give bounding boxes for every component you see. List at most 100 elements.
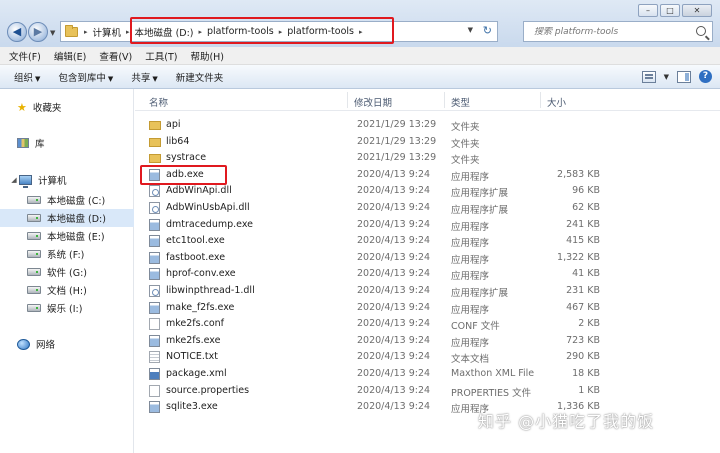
file-name: systrace [166,152,207,164]
column-divider[interactable] [540,92,541,108]
file-type: 应用程序 [451,271,490,283]
drive-icon [27,196,41,204]
chevron-down-icon: ▼ [35,74,41,83]
sidebar-item-drive[interactable]: 软件 (G:) [0,263,134,281]
close-button[interactable]: ✕ [682,4,712,17]
sidebar-item-drive[interactable]: 系统 (F:) [0,245,134,263]
file-row[interactable]: NOTICE.txt 2020/4/13 9:24 文本文档 290 KB [135,349,720,366]
file-type: 应用程序 [451,337,490,349]
sidebar-item-label: 本地磁盘 (E:) [47,232,105,243]
star-icon: ★ [17,100,27,114]
file-date: 2020/4/13 9:24 [357,202,431,213]
file-name: fastboot.exe [166,251,226,263]
column-divider[interactable] [444,92,445,108]
file-date: 2020/4/13 9:24 [357,168,431,180]
file-row[interactable]: AdbWinUsbApi.dll 2020/4/13 9:24 应用程序扩展 62 K… [135,200,720,217]
file-name: make_f2fs.exe [166,301,235,313]
column-header-date[interactable]: 修改日期 [354,95,392,109]
include-in-library-button[interactable]: 包含到库中 ▼ [58,70,113,84]
address-dropdown-chevron-icon[interactable]: ▼ [468,26,473,34]
file-date: 2021/1/29 13:29 [357,119,437,130]
file-size: 18 KB [572,368,600,379]
file-row[interactable]: make_f2fs.exe 2020/4/13 9:24 应用程序 467 KB [135,300,720,317]
sidebar-item-label: 收藏夹 [32,103,62,114]
file-size: 96 KB [572,185,600,197]
file-row[interactable]: fastboot.exe 2020/4/13 9:24 应用程序 1,322 KB [135,250,720,267]
share-label: 共享 [131,72,151,84]
menu-tools[interactable]: 工具(T) [145,49,177,63]
preview-pane-icon[interactable] [677,70,691,83]
file-row[interactable]: lib64 2021/1/29 13:29 文件夹 [135,134,720,151]
dll-icon [149,285,160,297]
file-date: 2020/4/13 9:24 [357,384,431,396]
column-divider[interactable] [347,92,348,108]
drive-icon [27,214,41,222]
file-row[interactable]: api 2021/1/29 13:29 文件夹 [135,117,720,134]
column-header-type[interactable]: 类型 [451,95,470,109]
file-name: package.xml [166,368,227,379]
file-size: 290 KB [566,351,600,363]
sidebar-item-drive[interactable]: 娱乐 (I:) [0,299,134,317]
breadcrumb-computer[interactable]: 计算机 [93,25,122,39]
file-size: 467 KB [566,301,600,313]
xml-icon [149,368,160,380]
chevron-down-icon[interactable]: ▼ [664,73,669,81]
dll-icon [149,185,160,198]
file-date: 2020/4/13 9:24 [357,251,431,263]
sidebar-item-label: 网络 [36,340,56,351]
drive-icon [27,304,41,312]
sidebar-item-favorites[interactable]: ★ 收藏夹 [0,98,134,116]
file-row[interactable]: hprof-conv.exe 2020/4/13 9:24 应用程序 41 KB [135,266,720,283]
file-type: 文件夹 [451,138,480,150]
sidebar-item-drive[interactable]: 本地磁盘 (E:) [0,227,134,245]
chevron-right-icon[interactable]: ▸ [84,28,88,36]
file-row[interactable]: mke2fs.conf 2020/4/13 9:24 CONF 文件 2 KB [135,316,720,333]
sidebar-item-computer[interactable]: ◢ 计算机 [0,171,134,189]
organize-button[interactable]: 组织 ▼ [14,70,40,84]
menu-file[interactable]: 文件(F) [9,49,41,63]
file-type: 应用程序 [451,238,490,250]
file-type: 应用程序扩展 [451,205,509,216]
search-input[interactable] [534,26,684,37]
menu-edit[interactable]: 编辑(E) [54,49,86,63]
sidebar-item-network[interactable]: 网络 [0,335,134,353]
file-size: 231 KB [566,285,600,296]
file-row[interactable]: mke2fs.exe 2020/4/13 9:24 应用程序 723 KB [135,333,720,350]
file-size: 1 KB [578,384,600,396]
file-name: sqlite3.exe [166,401,218,413]
forward-button[interactable]: ▶ [28,22,48,42]
file-row[interactable]: source.properties 2020/4/13 9:24 PROPERTIE… [135,383,720,400]
refresh-icon[interactable]: ↻ [483,24,492,37]
exe-icon [149,401,160,414]
search-box[interactable] [523,21,713,42]
folder-icon [65,24,78,37]
menu-view[interactable]: 查看(V) [99,49,132,63]
doc-icon [149,318,160,331]
file-row[interactable]: package.xml 2020/4/13 9:24 Maxthon XML Fil… [135,366,720,383]
share-button[interactable]: 共享 ▼ [131,70,157,84]
new-folder-button[interactable]: 新建文件夹 [176,70,224,84]
recent-pages-chevron-icon[interactable]: ▼ [50,29,55,37]
file-row[interactable]: libwinpthread-1.dll 2020/4/13 9:24 应用程序扩展 2… [135,283,720,300]
exe-icon [149,235,160,248]
menu-help[interactable]: 帮助(H) [190,49,224,63]
file-row[interactable]: dmtracedump.exe 2020/4/13 9:24 应用程序 241 KB [135,217,720,234]
help-icon[interactable]: ? [699,70,712,83]
back-button[interactable]: ◀ [7,22,27,42]
minimize-button[interactable]: – [638,4,658,17]
file-row[interactable]: etc1tool.exe 2020/4/13 9:24 应用程序 415 KB [135,233,720,250]
search-icon[interactable] [696,26,706,36]
exe-icon [149,268,160,281]
file-date: 2020/4/13 9:24 [357,301,431,313]
maximize-button[interactable]: □ [660,4,680,17]
file-row[interactable]: AdbWinApi.dll 2020/4/13 9:24 应用程序扩展 96 KB [135,183,720,200]
sidebar-item-libraries[interactable]: 库 [0,134,134,152]
sidebar-item-drive[interactable]: 本地磁盘 (C:) [0,191,134,209]
sidebar-item-drive[interactable]: 文档 (H:) [0,281,134,299]
sidebar-item-drive[interactable]: 本地磁盘 (D:) [0,209,134,227]
file-date: 2020/4/13 9:24 [357,268,431,280]
view-options-icon[interactable] [641,70,656,83]
column-header-size[interactable]: 大小 [547,95,566,109]
column-header-name[interactable]: 名称 [149,95,168,109]
expanded-triangle-icon[interactable]: ◢ [9,176,19,184]
